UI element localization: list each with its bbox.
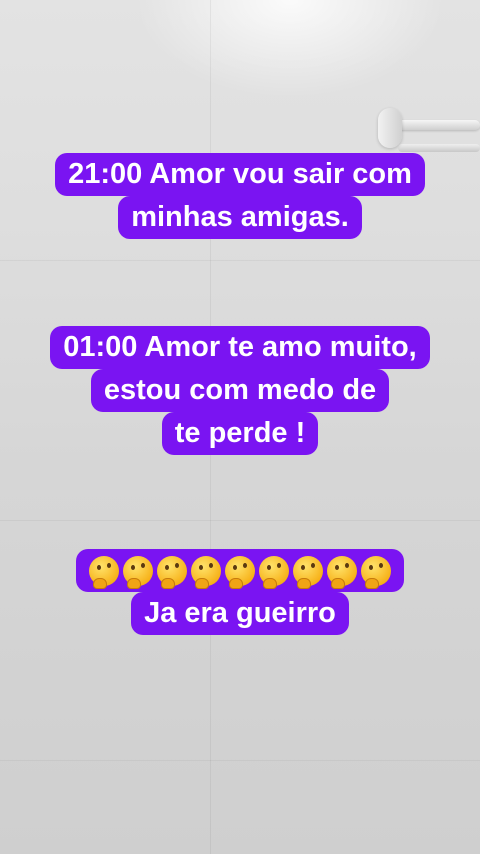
thinking-face-icon xyxy=(293,555,323,589)
tile-seam xyxy=(0,260,480,261)
emoji-row xyxy=(76,549,404,592)
caption-message-1: 21:00 Amor vou sair com minhas amigas. xyxy=(0,153,480,239)
caption-message-2: 01:00 Amor te amo muito, estou com medo … xyxy=(0,326,480,455)
caption-line: Ja era gueirro xyxy=(131,592,349,635)
tile-seam xyxy=(0,760,480,761)
thinking-face-icon xyxy=(123,555,153,589)
thinking-face-icon xyxy=(259,555,289,589)
caption-line: 01:00 Amor te amo muito, xyxy=(50,326,430,369)
caption-line: minhas amigas. xyxy=(118,196,362,239)
caption-line: te perde ! xyxy=(161,412,319,455)
thinking-face-icon xyxy=(361,555,391,589)
towel-bar-lower xyxy=(398,144,480,152)
caption-line: 21:00 Amor vou sair com xyxy=(55,153,425,196)
caption-line: estou com medo de xyxy=(90,369,390,412)
towel-bar-mount xyxy=(378,108,402,148)
thinking-face-icon xyxy=(89,555,119,589)
thinking-face-icon xyxy=(327,555,357,589)
caption-message-3: Ja era gueirro xyxy=(0,549,480,635)
thinking-face-icon xyxy=(225,555,255,589)
thinking-face-icon xyxy=(191,555,221,589)
towel-bar xyxy=(396,120,480,130)
tile-seam xyxy=(0,520,480,521)
thinking-face-icon xyxy=(157,555,187,589)
